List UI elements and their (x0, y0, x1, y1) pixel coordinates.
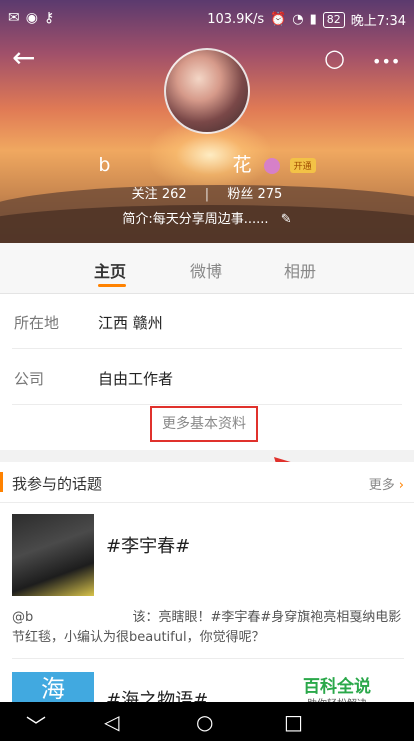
info-row-location: 所在地 江西 赣州 (12, 294, 402, 349)
recent-apps-icon[interactable]: □ (284, 710, 303, 734)
info-key: 所在地 (14, 314, 60, 332)
more-basic-info-link[interactable]: 更多基本资料 (150, 406, 258, 442)
avatar[interactable] (164, 48, 250, 134)
back-icon[interactable]: ◁ (104, 710, 119, 734)
active-tab-indicator (98, 284, 126, 287)
profile-tabs: 主页 微博 相册 (0, 243, 414, 294)
info-row-company: 公司 自由工作者 (12, 350, 402, 405)
topic-description[interactable]: @b 该：亮瞎眼！#李宇春#身穿旗袍亮相戛纳电影节红毯，小编认为很beautif… (12, 608, 404, 648)
section-accent-bar (0, 472, 3, 492)
topics-title: 我参与的话题 (12, 475, 103, 493)
follow-label: 关注 (131, 187, 158, 202)
status-right: 103.9K/s ⏰ ◔ ▮ 82 晚上7:34 (207, 10, 406, 29)
system-nav-bar: ﹀ ◁ ○ □ (0, 702, 414, 741)
fans-stat[interactable]: 粉丝 275 (227, 187, 282, 202)
topic-thumbnail[interactable] (12, 514, 94, 596)
topics-more-link[interactable]: 更多 › (369, 474, 404, 493)
chevron-right-icon: › (398, 478, 404, 493)
status-bar: ✉◉⚷ 103.9K/s ⏰ ◔ ▮ 82 晚上7:34 (0, 0, 414, 36)
follow-count: 262 (161, 187, 187, 202)
search-icon[interactable]: ○ (324, 44, 345, 72)
fans-count: 275 (257, 187, 283, 202)
member-badge-icon[interactable] (263, 157, 280, 174)
profile-name-row: b 花 开通 (0, 150, 414, 177)
clock: 晚上7:34 (350, 14, 406, 29)
home-icon[interactable]: ○ (196, 710, 213, 734)
basic-info-card: 所在地 江西 赣州 公司 自由工作者 更多基本资料 (0, 294, 414, 450)
tab-weibo[interactable]: 微博 (190, 258, 222, 282)
tab-album[interactable]: 相册 (284, 258, 316, 282)
profile-intro[interactable]: 简介:每天分享周边事...... ✎ (0, 208, 414, 227)
topics-card: 我参与的话题 更多 › #李宇春# @b 该：亮瞎眼！#李宇春#身穿旗袍亮相戛纳电… (0, 462, 414, 711)
edit-icon[interactable]: ✎ (281, 212, 292, 227)
alarm-icon: ⏰ (270, 12, 287, 27)
stats-divider: | (204, 187, 210, 202)
network-speed: 103.9K/s (207, 12, 265, 27)
fans-label: 粉丝 (227, 187, 254, 202)
info-value: 自由工作者 (98, 370, 174, 388)
more-label: 更多 (368, 478, 395, 493)
username-tail: 花 (232, 154, 252, 176)
more-icon[interactable]: ••• (372, 48, 400, 76)
watermark-main: 百科全说 (303, 677, 371, 697)
username: b (98, 154, 111, 176)
follow-stat[interactable]: 关注 262 (132, 187, 191, 202)
status-icons: ✉◉⚷ (8, 10, 61, 26)
divider (12, 658, 404, 659)
wifi-icon: ◔ (292, 12, 304, 27)
topic-title[interactable]: #李宇春# (106, 532, 190, 558)
battery-icon: 82 (322, 11, 345, 28)
topic-thumbnail[interactable]: 海 (12, 672, 94, 702)
topics-header: 我参与的话题 更多 › (0, 462, 414, 503)
vip-open-badge[interactable]: 开通 (289, 158, 316, 173)
follow-stats: 关注 262 | 粉丝 275 (0, 183, 414, 202)
back-arrow-icon[interactable]: ← (12, 44, 35, 72)
hide-nav-icon[interactable]: ﹀ (26, 710, 46, 739)
info-key: 公司 (14, 370, 45, 388)
intro-text: 简介:每天分享周边事...... (122, 212, 269, 227)
info-value: 江西 赣州 (98, 314, 163, 332)
tab-home[interactable]: 主页 (94, 258, 126, 282)
signal-icon: ▮ (309, 12, 317, 27)
